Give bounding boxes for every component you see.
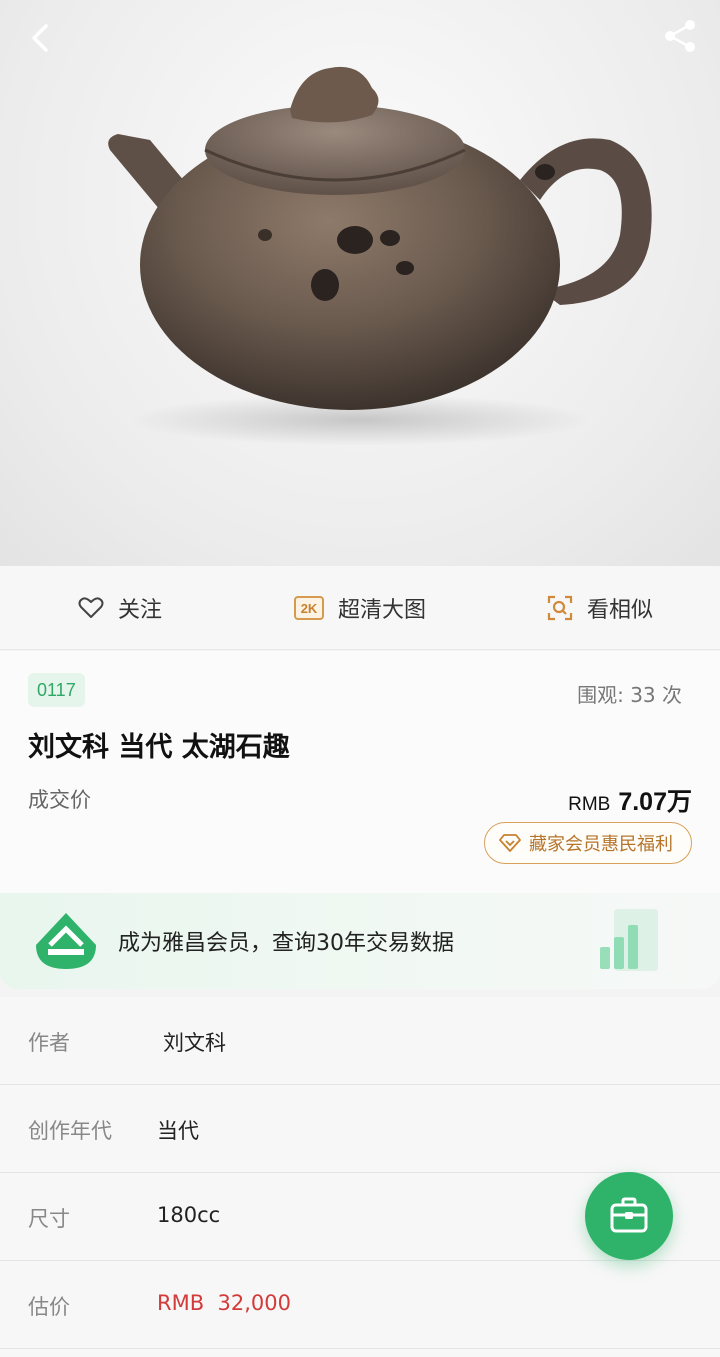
share-icon [665,20,695,52]
view-count: 围观: 33 次 [577,683,682,707]
detail-key: 作者 [28,1031,70,1055]
similar-button[interactable]: 看相似 [480,592,720,624]
detail-key: 估价 [28,1295,70,1319]
detail-key: 创作年代 [28,1119,112,1143]
heart-outline-icon [78,596,104,620]
lot-info-card: 0117 围观: 33 次 刘文科 当代 太湖石趣 成交价 RMB 7.07万 … [0,651,720,893]
detail-row-period: 创作年代 当代 [0,1085,720,1173]
hd-image-label: 超清大图 [337,597,426,623]
back-button[interactable] [22,18,62,58]
follow-label: 关注 [117,597,162,623]
detail-value: 当代 [157,1119,199,1143]
2k-icon: 2K [293,595,324,620]
membership-banner-text: 成为雅昌会员，查询30年交易数据 [118,931,454,956]
floating-briefcase-button[interactable] [585,1172,673,1260]
detail-row-estimate: 估价 RMB 32,000 [0,1261,720,1349]
deal-price-label: 成交价 [28,788,91,812]
price-value: 7.07万 [618,788,692,816]
collector-vip-button[interactable]: 藏家会员惠民福利 [484,822,692,864]
detail-value: 刘文科 [163,1031,226,1055]
svg-text:2K: 2K [301,601,318,616]
bar-chart-icon [600,909,658,971]
detail-key: 尺寸 [28,1207,70,1231]
lot-number-badge: 0117 [28,673,85,707]
similar-label: 看相似 [586,597,653,623]
hd-image-button[interactable]: 2K 超清大图 [240,592,480,624]
detail-value: RMB 32,000 [157,1291,291,1315]
artwork-title: 刘文科 当代 太湖石趣 [28,732,290,763]
briefcase-icon [610,1197,648,1233]
share-button[interactable] [660,16,700,56]
teapot-photo [108,66,652,446]
artron-logo-icon [36,913,96,969]
detail-row-author: 作者 刘文科 [0,997,720,1085]
image-search-icon [547,595,573,621]
membership-banner[interactable]: 成为雅昌会员，查询30年交易数据 [0,893,720,989]
follow-button[interactable]: 关注 [0,592,240,624]
deal-price: RMB 7.07万 [568,782,692,818]
action-bar: 关注 2K 超清大图 看相似 [0,566,720,650]
vip-label: 藏家会员惠民福利 [529,834,673,855]
diamond-icon [499,834,521,852]
chevron-left-icon [32,24,48,52]
price-currency: RMB [568,794,611,815]
detail-value: 180cc [157,1203,221,1227]
artwork-image[interactable] [0,0,720,566]
